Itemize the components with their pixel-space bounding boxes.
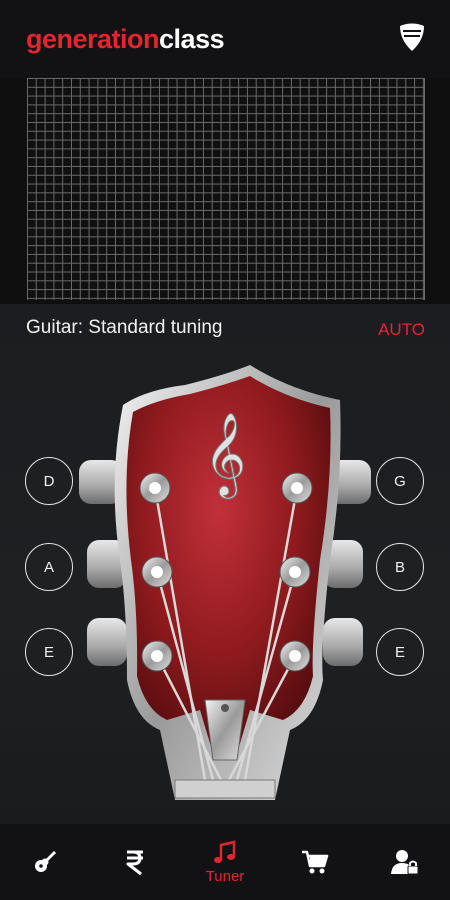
nav-label-tuner: Tuner <box>205 867 245 885</box>
nav-item-guitar[interactable] <box>0 824 90 900</box>
app-header: generationclass <box>0 0 450 78</box>
string-button-d[interactable]: D <box>25 457 73 505</box>
cart-icon <box>302 850 329 874</box>
logo-part-generation: generation <box>26 24 160 54</box>
logo-part-class: class <box>159 24 225 54</box>
guitar-icon <box>35 851 56 872</box>
string-button-a[interactable]: A <box>25 543 73 591</box>
string-button-g[interactable]: G <box>376 457 424 505</box>
rupee-icon <box>126 850 143 876</box>
svg-text:𝄞: 𝄞 <box>204 411 247 499</box>
string-button-high-e[interactable]: E <box>376 628 424 676</box>
instrument-tuning-label[interactable]: Guitar: Standard tuning <box>26 317 222 339</box>
nav-item-pricing[interactable] <box>90 824 180 900</box>
bottom-navigation: Tuner <box>0 824 450 900</box>
string-button-b[interactable]: B <box>376 543 424 591</box>
string-button-low-e[interactable]: E <box>25 628 73 676</box>
nav-item-account[interactable] <box>360 824 450 900</box>
nav-item-cart[interactable] <box>270 824 360 900</box>
tuner-display <box>0 78 450 304</box>
music-note-icon <box>214 839 236 863</box>
tuner-grid <box>27 78 425 300</box>
user-lock-icon <box>391 850 419 875</box>
app-logo: generationclass <box>26 24 225 55</box>
guitar-headstock-image: 𝄞 <box>79 365 371 800</box>
nav-item-tuner[interactable]: Tuner <box>180 824 270 900</box>
auto-mode-toggle[interactable]: AUTO <box>378 320 425 340</box>
guitar-pick-shield-icon[interactable] <box>398 22 426 52</box>
